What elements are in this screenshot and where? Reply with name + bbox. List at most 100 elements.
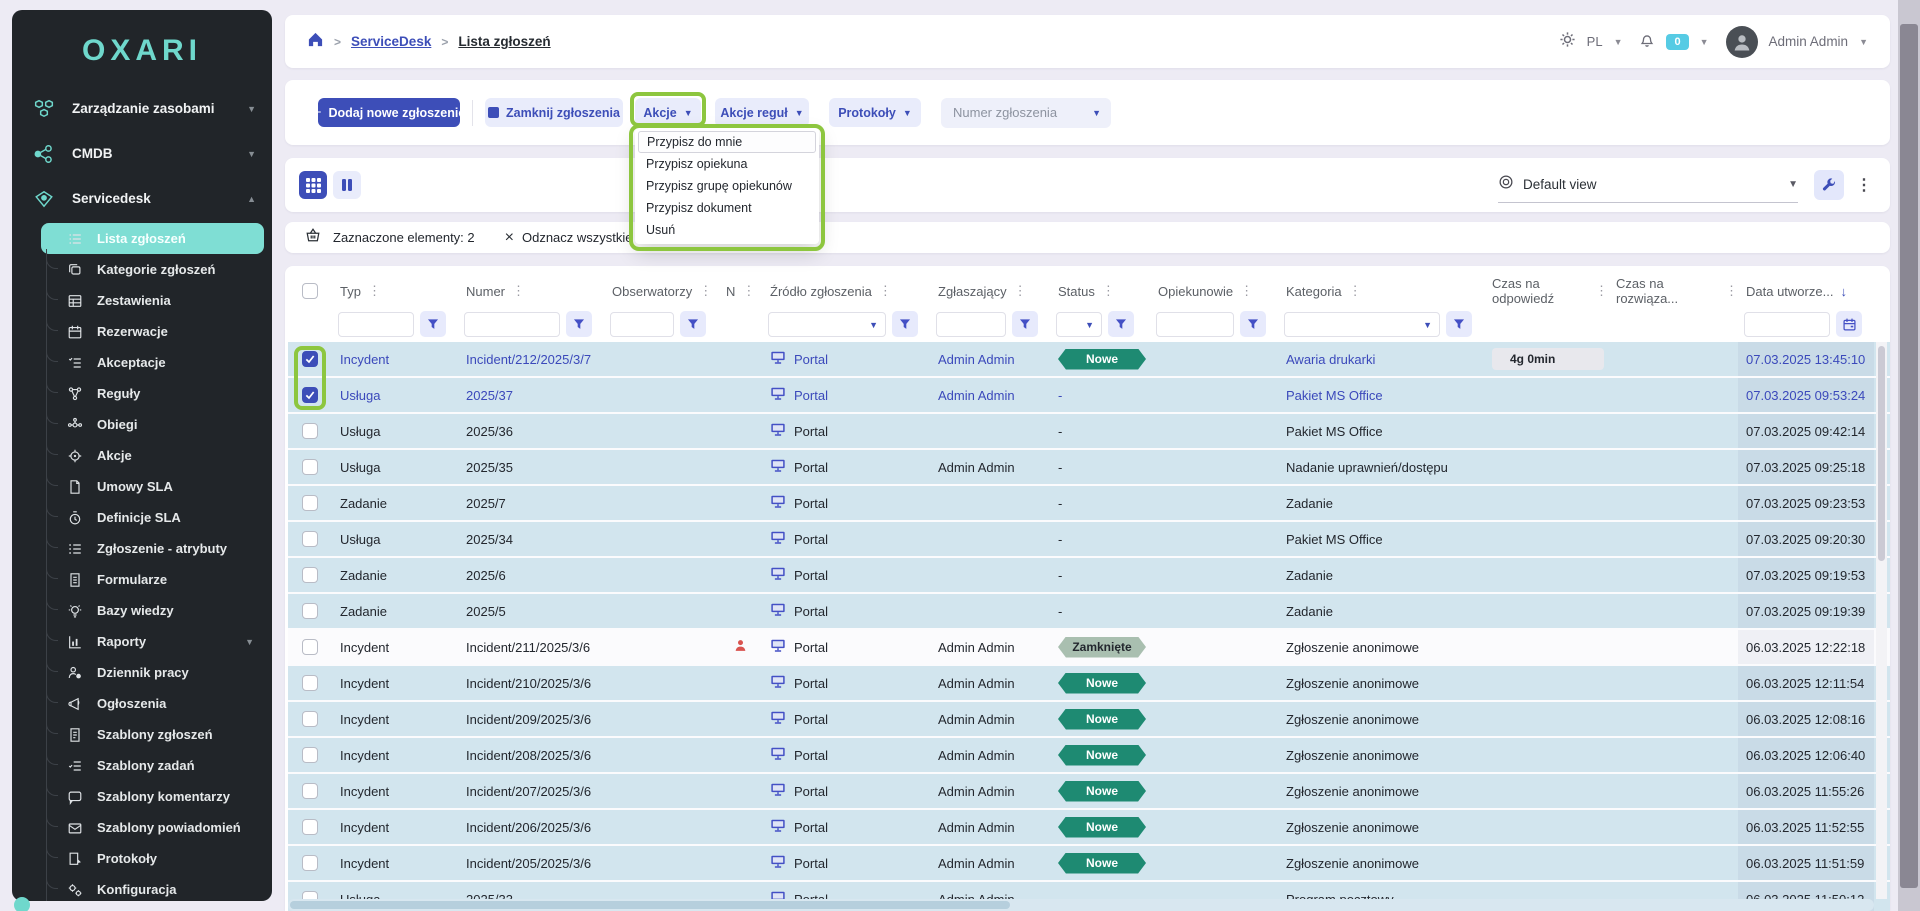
scrollbar-thumb[interactable] — [1878, 346, 1885, 561]
column-menu-icon[interactable]: ⋮ — [742, 283, 755, 299]
column-menu-icon[interactable]: ⋮ — [879, 283, 892, 299]
column-header-9[interactable]: Kategoria⋮ — [1278, 283, 1484, 299]
sidebar-section-3[interactable]: Servicedesk▲ — [12, 176, 272, 221]
row-checkbox[interactable] — [302, 855, 318, 871]
row-checkbox[interactable] — [302, 603, 318, 619]
view-more-menu[interactable]: ⋮ — [1856, 175, 1872, 195]
sidebar-item-kategorie-zg-osze-[interactable]: Kategorie zgłoszeń — [47, 254, 264, 285]
column-header-5[interactable]: Źródło zgłoszenia⋮ — [762, 283, 930, 299]
table-row-14[interactable]: IncydentIncident/206/2025/3/6PortalAdmin… — [288, 810, 1890, 846]
sidebar-item-szablony-zg-osze-[interactable]: Szablony zgłoszeń — [47, 719, 264, 750]
menu-item-3[interactable]: Przypisz grupę opiekunów — [638, 175, 816, 197]
table-row-15[interactable]: IncydentIncident/205/2025/3/6PortalAdmin… — [288, 846, 1890, 882]
sidebar-item-raporty[interactable]: Raporty▼ — [47, 626, 264, 657]
column-menu-icon[interactable]: ⋮ — [1725, 283, 1738, 299]
user-avatar[interactable] — [1726, 26, 1758, 58]
table-row-8[interactable]: Zadanie2025/5Portal-Zadanie07.03.2025 09… — [288, 594, 1890, 630]
date-filter-button[interactable] — [1836, 311, 1862, 337]
column-header-4[interactable]: N⋮ — [718, 283, 762, 299]
column-header-1[interactable]: Typ⋮ — [332, 283, 458, 299]
ticket-number-input[interactable] — [941, 98, 1111, 128]
sidebar-item-og-oszenia[interactable]: Ogłoszenia — [47, 688, 264, 719]
row-checkbox[interactable] — [302, 531, 318, 547]
close-tickets-button[interactable]: Zamknij zgłoszenia — [485, 98, 623, 127]
table-row-10[interactable]: IncydentIncident/210/2025/3/6PortalAdmin… — [288, 666, 1890, 702]
funnel-filter-button[interactable] — [566, 311, 592, 337]
breadcrumb-current[interactable]: Lista zgłoszeń — [458, 34, 550, 49]
column-menu-icon[interactable]: ⋮ — [1349, 283, 1362, 299]
filter-input[interactable]: ▼ — [1284, 312, 1440, 337]
sidebar-item-umowy-sla[interactable]: Umowy SLA — [47, 471, 264, 502]
sidebar-item-konfiguracja[interactable]: Konfiguracja — [47, 874, 264, 901]
table-row-6[interactable]: Usługa2025/34Portal-Pakiet MS Office07.0… — [288, 522, 1890, 558]
rule-actions-dropdown-button[interactable]: Akcje reguł ▼ — [715, 98, 809, 127]
filter-input[interactable] — [464, 312, 560, 337]
funnel-filter-button[interactable] — [1446, 311, 1472, 337]
row-checkbox[interactable] — [302, 783, 318, 799]
language-selector[interactable]: PL — [1587, 34, 1603, 49]
window-scrollbar[interactable] — [1898, 0, 1920, 911]
sidebar-item-protoko-y[interactable]: Protokoły — [47, 843, 264, 874]
row-checkbox[interactable] — [302, 495, 318, 511]
row-checkbox[interactable] — [302, 423, 318, 439]
breadcrumb-servicedesk[interactable]: ServiceDesk — [351, 34, 431, 49]
column-header-10[interactable]: Czas na odpowiedź⋮ — [1484, 276, 1608, 306]
add-ticket-button[interactable]: + Dodaj nowe zgłoszenie — [318, 98, 460, 127]
column-header-6[interactable]: Zgłaszający⋮ — [930, 283, 1050, 299]
menu-item-2[interactable]: Przypisz opiekuna — [638, 153, 816, 175]
protocols-dropdown-button[interactable]: Protokoły ▼ — [829, 98, 921, 127]
configure-view-button[interactable] — [1814, 170, 1844, 200]
filter-input[interactable] — [1744, 312, 1830, 337]
row-checkbox[interactable] — [302, 711, 318, 727]
table-row-4[interactable]: Usługa2025/35PortalAdmin Admin-Nadanie u… — [288, 450, 1890, 486]
row-checkbox[interactable] — [302, 819, 318, 835]
sidebar-item-szablony-zada-[interactable]: Szablony zadań — [47, 750, 264, 781]
scrollbar-thumb[interactable] — [1900, 24, 1918, 888]
filter-input[interactable]: ▼ — [1056, 312, 1102, 337]
select-all-checkbox[interactable] — [302, 283, 318, 299]
sidebar-item-zestawienia[interactable]: Zestawienia — [47, 285, 264, 316]
sidebar-item-definicje-sla[interactable]: Definicje SLA — [47, 502, 264, 533]
table-horizontal-scrollbar[interactable] — [288, 899, 1874, 911]
row-checkbox[interactable] — [302, 639, 318, 655]
settings-gear-icon[interactable] — [1559, 31, 1576, 53]
sidebar-item-akcje[interactable]: Akcje — [47, 440, 264, 471]
sidebar-bottom-dot[interactable] — [14, 897, 30, 911]
table-row-12[interactable]: IncydentIncident/208/2025/3/6PortalAdmin… — [288, 738, 1890, 774]
funnel-filter-button[interactable] — [1240, 311, 1266, 337]
table-row-11[interactable]: IncydentIncident/209/2025/3/6PortalAdmin… — [288, 702, 1890, 738]
funnel-filter-button[interactable] — [1012, 311, 1038, 337]
view-selector[interactable]: Default view ▼ — [1498, 174, 1798, 203]
column-menu-icon[interactable]: ⋮ — [1240, 283, 1253, 299]
column-menu-icon[interactable]: ⋮ — [1014, 283, 1027, 299]
column-menu-icon[interactable]: ⋮ — [1102, 283, 1115, 299]
table-row-9[interactable]: IncydentIncident/211/2025/3/6PortalAdmin… — [288, 630, 1890, 666]
sort-desc-icon[interactable]: ↓ — [1840, 284, 1847, 299]
sidebar-item-obiegi[interactable]: Obiegi — [47, 409, 264, 440]
column-header-3[interactable]: Obserwatorzy⋮ — [604, 283, 718, 299]
notifications-bell-icon[interactable] — [1639, 31, 1655, 53]
sidebar-item-akceptacje[interactable]: Akceptacje — [47, 347, 264, 378]
funnel-filter-button[interactable] — [680, 311, 706, 337]
table-row-5[interactable]: Zadanie2025/7Portal-Zadanie07.03.2025 09… — [288, 486, 1890, 522]
deselect-all-button[interactable]: × Odznacz wszystkie — [505, 229, 633, 247]
sidebar-item-zg-oszenie-atrybuty[interactable]: Zgłoszenie - atrybuty — [47, 533, 264, 564]
column-header-7[interactable]: Status⋮ — [1050, 283, 1150, 299]
table-row-3[interactable]: Usługa2025/36Portal-Pakiet MS Office07.0… — [288, 414, 1890, 450]
grid-view-button[interactable] — [299, 171, 327, 199]
kanban-view-button[interactable] — [333, 171, 361, 199]
column-menu-icon[interactable]: ⋮ — [1595, 283, 1608, 299]
funnel-filter-button[interactable] — [420, 311, 446, 337]
column-menu-icon[interactable]: ⋮ — [512, 283, 525, 299]
row-checkbox[interactable] — [302, 351, 318, 367]
column-menu-icon[interactable]: ⋮ — [368, 283, 381, 299]
table-row-1[interactable]: IncydentIncident/212/2025/3/7PortalAdmin… — [288, 342, 1890, 378]
funnel-filter-button[interactable] — [892, 311, 918, 337]
sidebar-section-2[interactable]: CMDB▼ — [12, 131, 272, 176]
row-checkbox[interactable] — [302, 747, 318, 763]
sidebar-item-bazy-wiedzy[interactable]: Bazy wiedzy — [47, 595, 264, 626]
filter-input[interactable] — [1156, 312, 1234, 337]
table-row-2[interactable]: Usługa2025/37PortalAdmin Admin-Pakiet MS… — [288, 378, 1890, 414]
scrollbar-thumb[interactable] — [290, 901, 1010, 909]
table-row-13[interactable]: IncydentIncident/207/2025/3/6PortalAdmin… — [288, 774, 1890, 810]
